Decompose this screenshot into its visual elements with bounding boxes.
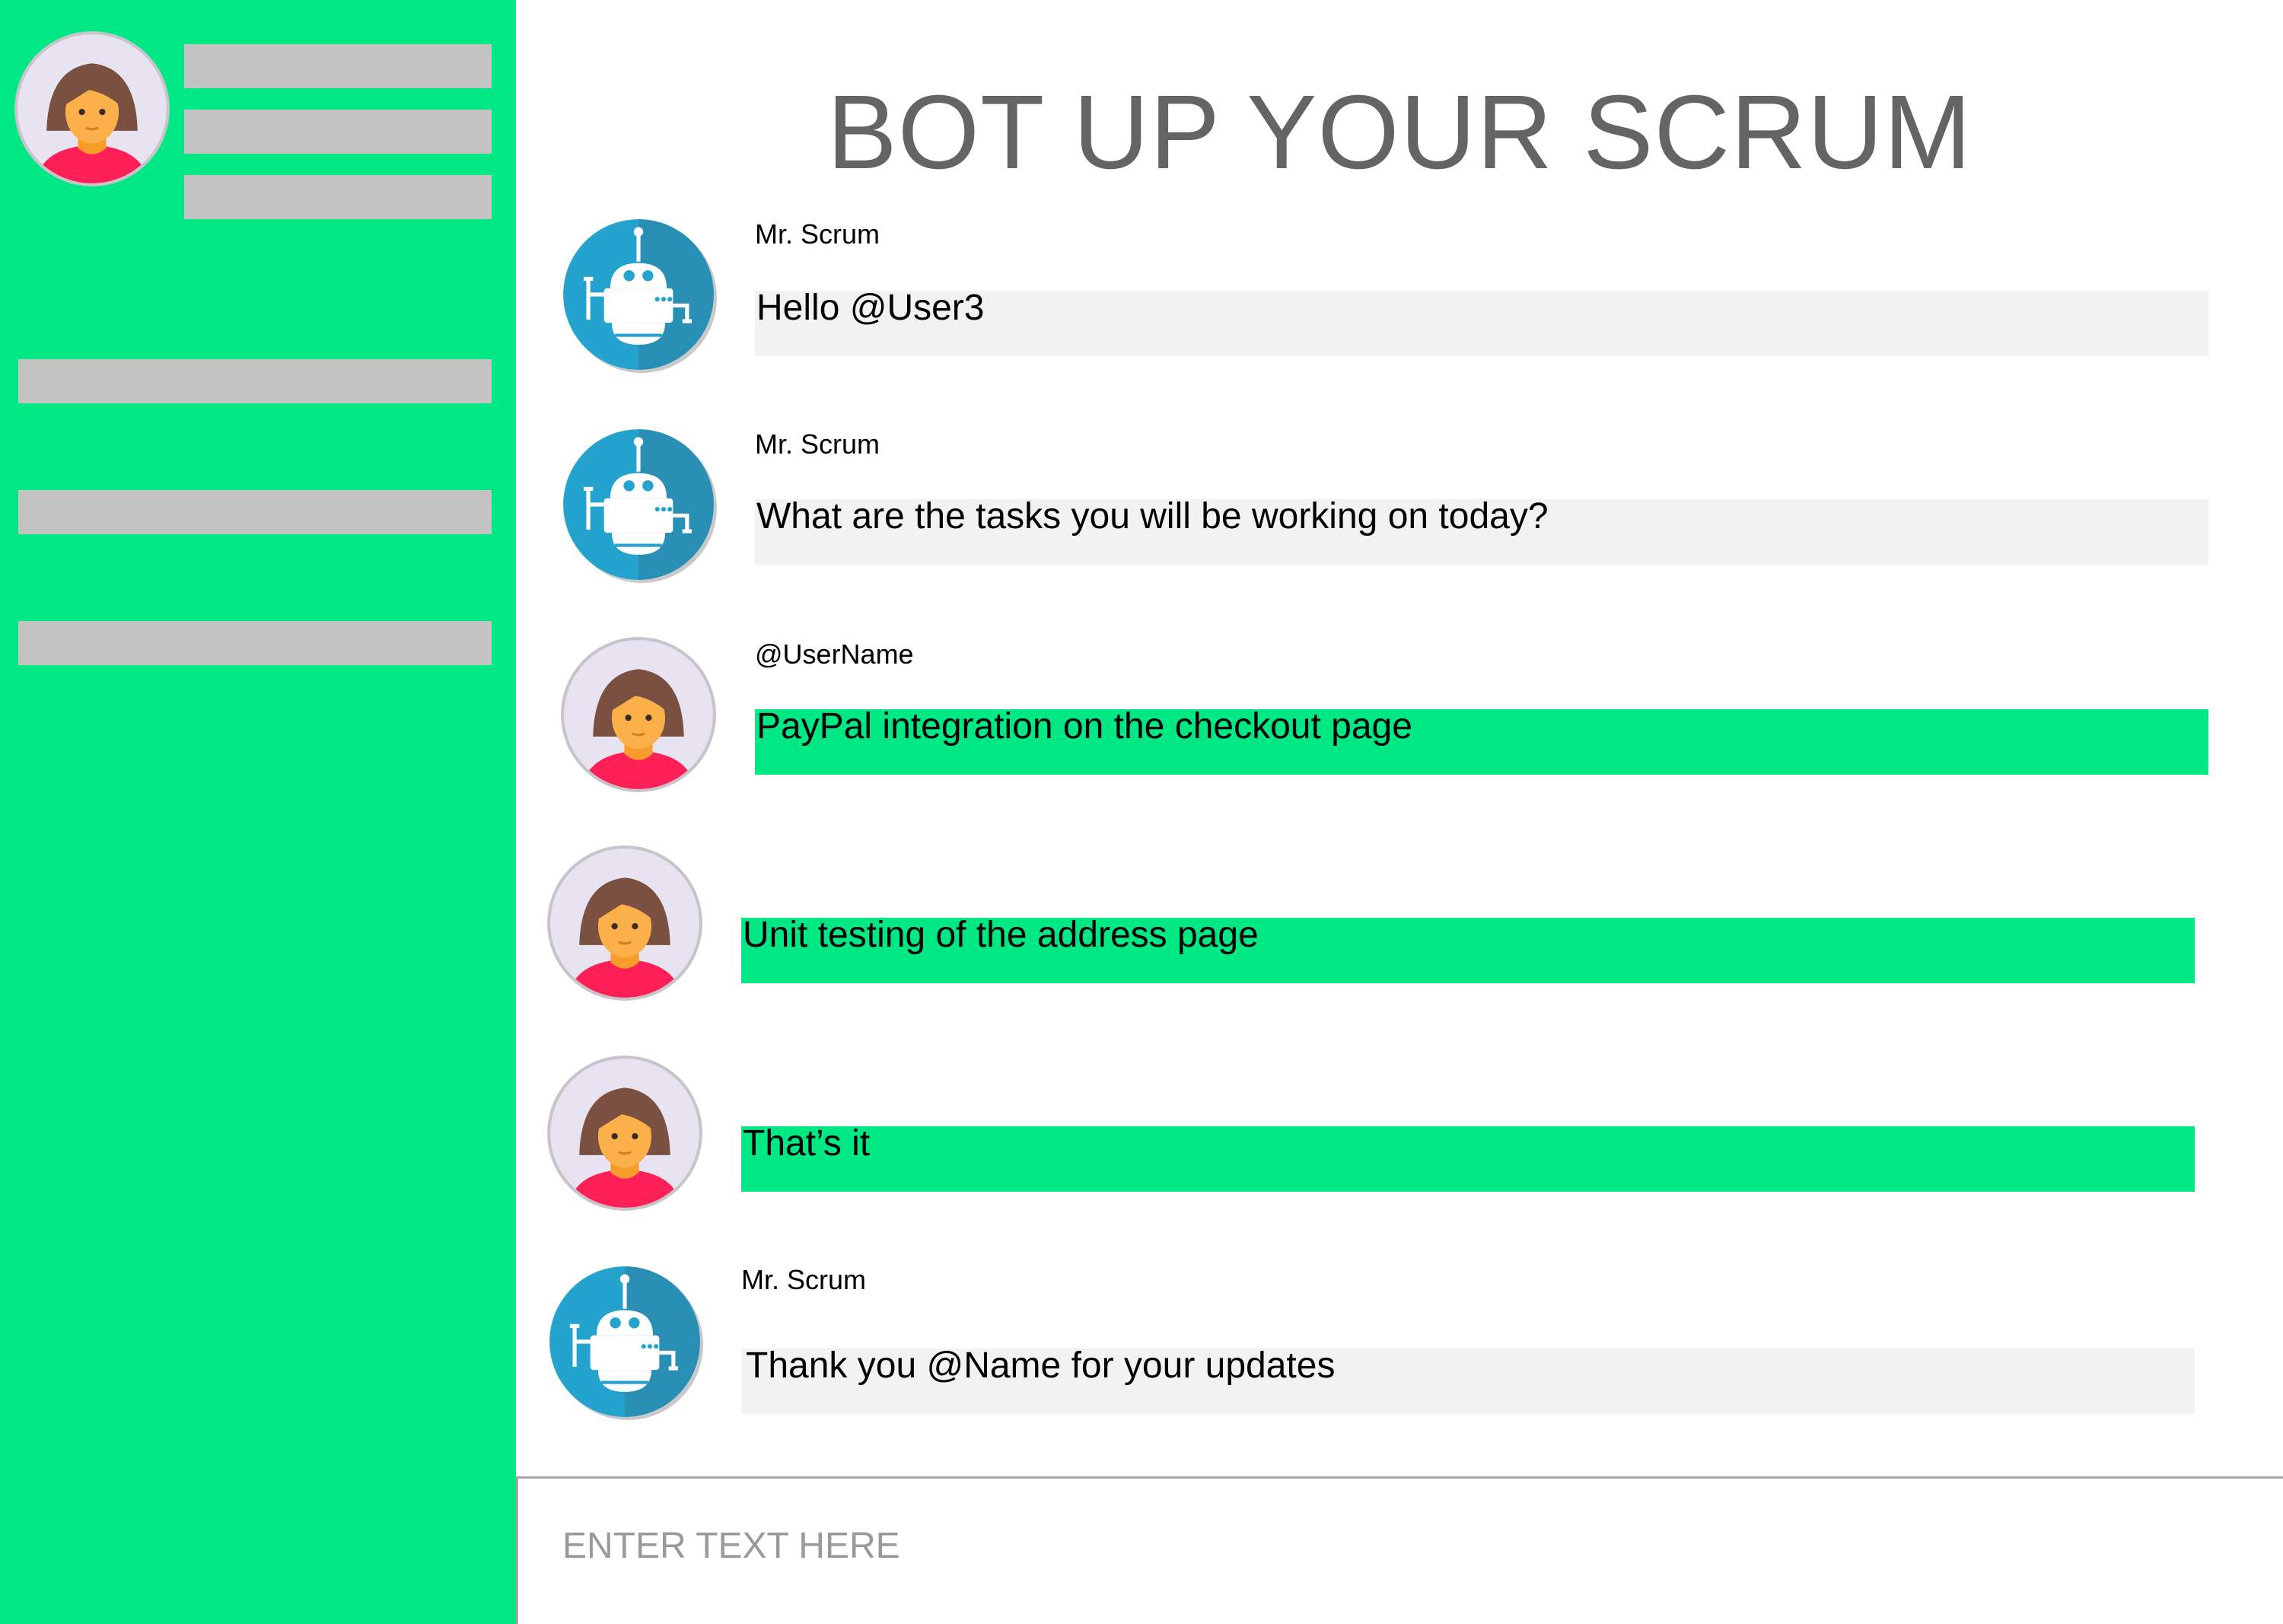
robot-avatar-icon [560,216,717,373]
robot-avatar-icon [560,426,717,583]
profile-line-1 [184,44,492,88]
message-text: Thank you @Name for your updates [746,1345,1336,1386]
app-window: BOT UP YOUR SCRUM Mr. Scrum Hello @User3… [0,0,2283,1624]
message-text: Unit testing of the address page [743,915,1259,955]
sidebar-item-2[interactable] [18,490,492,534]
message-text: Hello @User3 [756,288,985,328]
sender-name: Mr. Scrum [741,1264,867,1295]
profile-line-2 [184,110,492,154]
robot-avatar-icon [546,1263,703,1420]
message-bubble: PayPal integration on the checkout page [755,706,2208,775]
message-bubble: What are the tasks you will be working o… [755,496,2208,565]
sidebar-item-3[interactable] [18,621,492,665]
message-input[interactable] [562,1501,2237,1590]
sidebar [0,0,516,1624]
message-text: That’s it [743,1123,871,1164]
sender-name: @UserName [755,638,914,670]
message-bubble: Hello @User3 [755,288,2208,356]
message-composer [516,1476,2283,1624]
message-text: PayPal integration on the checkout page [756,706,1412,747]
sidebar-item-1[interactable] [18,359,492,403]
message-bubble: That’s it [741,1123,2195,1192]
sender-name: Mr. Scrum [755,428,880,460]
message-bubble: Thank you @Name for your updates [741,1345,2195,1414]
woman-avatar-icon[interactable] [14,30,170,187]
page-title: BOT UP YOUR SCRUM [826,74,1973,191]
profile-line-3 [184,175,492,219]
woman-avatar-icon [546,845,703,1001]
woman-avatar-icon [546,1055,703,1212]
woman-avatar-icon [560,636,717,793]
message-bubble: Unit testing of the address page [741,915,2195,983]
message-text: What are the tasks you will be working o… [756,496,1549,537]
sender-name: Mr. Scrum [755,218,880,250]
